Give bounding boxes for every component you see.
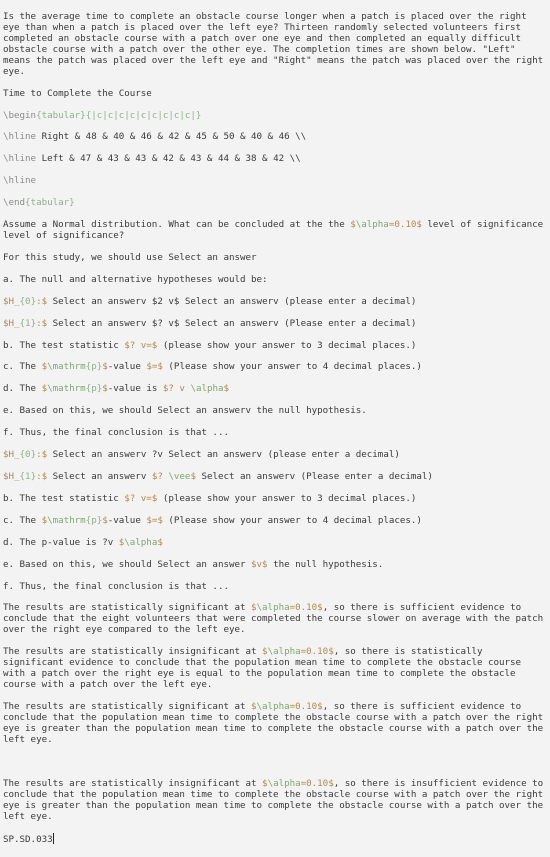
table-row-left: \hline Left & 47 & 43 & 43 & 42 & 43 & 4… bbox=[3, 153, 547, 165]
part-b-math: $? v=$ bbox=[124, 492, 158, 504]
part-c-math: $\mathrm{p}$ bbox=[41, 514, 108, 526]
row-left-text: Left & 47 & 43 & 43 & 42 & 43 & 44 & 38 … bbox=[36, 153, 301, 165]
h1-math: $H_{1}:$ bbox=[3, 470, 48, 482]
hline-command: \hline bbox=[3, 131, 37, 143]
h1-math: $H_{1}:$ bbox=[3, 317, 48, 329]
part-f-1: f. Thus, the final conclusion is that ..… bbox=[3, 427, 229, 439]
question-text: Assume a Normal distribution. What can b… bbox=[3, 219, 547, 242]
h1-rest: Select an answerv bbox=[47, 470, 152, 482]
study-line: For this study, we should use Select an … bbox=[3, 251, 257, 263]
h1-rest: Select an answerv $? v$ Select an answer… bbox=[47, 317, 417, 329]
footer-code: SP.SD.033 bbox=[3, 834, 53, 846]
part-b-pre: b. The test statistic bbox=[3, 339, 125, 351]
h1-line-2: $H_{1}:$ Select an answerv $? \vee$ Sele… bbox=[3, 470, 547, 483]
table-title: Time to Complete the Course bbox=[3, 87, 152, 99]
part-c-mid: -value bbox=[107, 514, 147, 526]
part-e-math: $v$ bbox=[251, 558, 268, 570]
part-c-math: $\mathrm{p}$ bbox=[41, 361, 108, 373]
table-row-right: \hline Right & 48 & 40 & 46 & 42 & 45 & … bbox=[3, 131, 547, 143]
part-c-pre: c. The bbox=[3, 514, 42, 526]
option-pre: The results are statistically insignific… bbox=[3, 646, 263, 658]
part-d-1: d. The $\mathrm{p}$-value is $? v \alpha… bbox=[3, 383, 547, 395]
part-e-2: e. Based on this, we should Select an an… bbox=[3, 558, 547, 571]
h0-math: $H_{0}:$ bbox=[3, 449, 48, 461]
option-alpha-math: $\alpha=0.10$ bbox=[262, 777, 334, 789]
option-pre: The results are statistically significan… bbox=[3, 602, 252, 614]
footer-code-line: SP.SD.033 bbox=[3, 833, 547, 846]
part-c-post: (Please show your answer to 4 decimal pl… bbox=[162, 361, 422, 373]
part-b-math: $? v=$ bbox=[124, 339, 158, 351]
latex-end-tabular: \end{tabular} bbox=[3, 197, 547, 209]
h1-rest2: Select an answerv (Please enter a decima… bbox=[195, 470, 433, 482]
h0-math: $H_{0}:$ bbox=[3, 295, 48, 307]
part-b-post: (please show your answer to 3 decimal pl… bbox=[157, 492, 417, 504]
text-cursor bbox=[52, 833, 54, 845]
end-command: \end bbox=[3, 197, 26, 209]
part-c-mid: -value bbox=[107, 361, 147, 373]
part-d-math: $\mathrm{p}$ bbox=[41, 383, 108, 395]
part-e-post: the null hypothesis. bbox=[267, 558, 384, 570]
h0-rest: Select an answerv ?v Select an answerv (… bbox=[47, 449, 400, 461]
part-b-2: b. The test statistic $? v=$ (please sho… bbox=[3, 492, 547, 505]
row-right-text: Right & 48 & 40 & 46 & 42 & 45 & 50 & 40… bbox=[36, 131, 307, 143]
part-e-1: e. Based on this, we should Select an an… bbox=[3, 405, 367, 417]
part-b-pre: b. The test statistic bbox=[3, 492, 125, 504]
hline-command: \hline bbox=[3, 153, 37, 165]
alpha-math: $\alpha=0.10$ bbox=[350, 219, 422, 231]
question-pre: Assume a Normal distribution. What can b… bbox=[3, 219, 351, 231]
latex-begin-tabular: \begin{tabular}{|c|c|c|c|c|c|c|c|c|} bbox=[3, 109, 547, 122]
part-c-1: c. The $\mathrm{p}$-value $=$ (Please sh… bbox=[3, 361, 547, 373]
h0-rest: Select an answerv $2 v$ Select an answer… bbox=[47, 295, 417, 307]
option-alpha-math: $\alpha=0.10$ bbox=[262, 646, 334, 658]
part-d-math2: $? v \alpha$ bbox=[162, 383, 230, 395]
part-d-pre: d. The bbox=[3, 383, 42, 395]
tabular-env: {tabular} bbox=[25, 197, 75, 209]
part-b-1: b. The test statistic $? v=$ (please sho… bbox=[3, 339, 547, 352]
intro-paragraph: Is the average time to complete an obsta… bbox=[3, 10, 549, 77]
part-d-math: $\alpha$ bbox=[118, 536, 163, 548]
option-pre: The results are statistically significan… bbox=[3, 701, 252, 712]
part-d-mid: -value is bbox=[107, 383, 163, 395]
tabular-spec: {|c|c|c|c|c|c|c|c|c|} bbox=[85, 109, 202, 121]
conclusion-option-4: The results are statistically insignific… bbox=[3, 777, 547, 823]
part-c-2: c. The $\mathrm{p}$-value $=$ (Please sh… bbox=[3, 514, 547, 527]
begin-command: \begin bbox=[3, 109, 37, 121]
option-alpha-math: $\alpha=0.10$ bbox=[251, 602, 323, 614]
conclusion-option-2: The results are statistically insignific… bbox=[3, 646, 547, 691]
option-alpha-math: $\alpha=0.10$ bbox=[251, 701, 323, 712]
part-c-math2: $=$ bbox=[146, 514, 163, 526]
part-d-pre: d. The p-value is ?v bbox=[3, 536, 119, 548]
h0-line-2: $H_{0}:$ Select an answerv ?v Select an … bbox=[3, 449, 547, 461]
part-c-pre: c. The bbox=[3, 361, 42, 373]
option-pre: The results are statistically insignific… bbox=[3, 777, 263, 789]
h1-math2: $? \vee$ bbox=[151, 470, 196, 482]
h0-line-1: $H_{0}:$ Select an answerv $2 v$ Select … bbox=[3, 295, 547, 308]
text-editor[interactable]: Is the average time to complete an obsta… bbox=[0, 0, 550, 845]
tabular-env: {tabular} bbox=[36, 109, 86, 121]
hline-command: \hline bbox=[3, 175, 37, 187]
conclusion-option-1: The results are statistically significan… bbox=[3, 602, 547, 636]
part-e-pre: e. Based on this, we should Select an an… bbox=[3, 558, 252, 570]
part-a: a. The null and alternative hypotheses w… bbox=[3, 273, 268, 285]
latex-hline: \hline bbox=[3, 175, 547, 187]
conclusion-option-3: The results are statistically significan… bbox=[3, 701, 547, 746]
part-d-2: d. The p-value is ?v $\alpha$ bbox=[3, 536, 547, 549]
part-f-2: f. Thus, the final conclusion is that ..… bbox=[3, 580, 229, 592]
h1-line-1: $H_{1}:$ Select an answerv $? v$ Select … bbox=[3, 317, 547, 330]
part-b-post: (please show your answer to 3 decimal pl… bbox=[157, 339, 417, 351]
part-c-post: (Please show your answer to 4 decimal pl… bbox=[162, 514, 422, 526]
part-c-math2: $=$ bbox=[146, 361, 163, 373]
